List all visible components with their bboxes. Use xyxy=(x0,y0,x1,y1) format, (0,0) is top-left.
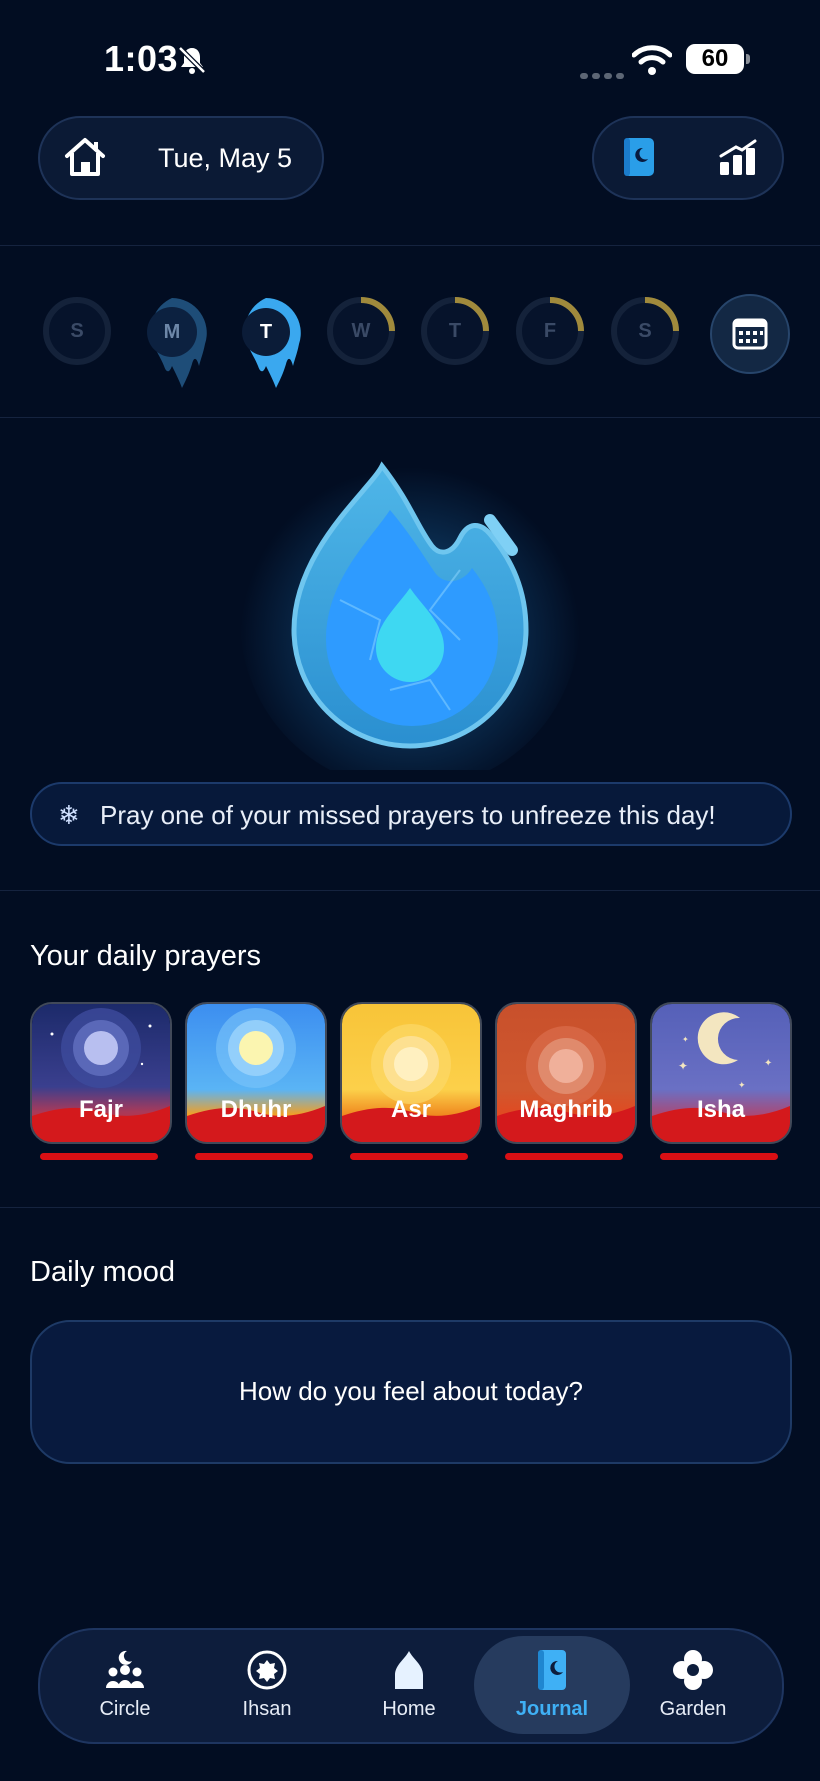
divider xyxy=(0,417,820,418)
nav-item-journal[interactable]: Journal xyxy=(492,1648,612,1721)
stats-icon[interactable] xyxy=(718,138,758,176)
day-label: F xyxy=(543,320,557,342)
day-label: M xyxy=(163,321,181,343)
status-time: 1:03 xyxy=(104,38,179,79)
prayer-card-fajr[interactable]: Fajr xyxy=(30,1002,172,1144)
nav-label: Circle xyxy=(99,1698,151,1720)
daily-mood-title: Daily mood xyxy=(30,1256,176,1288)
day-label: S xyxy=(638,320,652,342)
day-friday[interactable]: F xyxy=(515,296,585,366)
ihsan-icon xyxy=(247,1650,287,1690)
day-label: T xyxy=(259,321,273,343)
wifi-icon xyxy=(632,45,672,75)
day-thursday[interactable]: T xyxy=(420,296,490,366)
prayer-card-asr[interactable]: Asr xyxy=(340,1002,482,1144)
prayer-status-bar xyxy=(505,1153,623,1160)
nav-label: Home xyxy=(382,1698,436,1720)
prayer-name: Isha xyxy=(696,1096,746,1123)
flower-icon xyxy=(673,1650,713,1690)
day-label: T xyxy=(448,320,462,342)
prayer-card-isha[interactable]: ✦ ✦ ✦ ✦ Isha xyxy=(650,1002,792,1144)
day-sunday[interactable]: S xyxy=(42,296,112,366)
prayer-name: Dhuhr xyxy=(220,1096,292,1123)
nav-item-circle[interactable]: Circle xyxy=(65,1648,185,1721)
nav-item-ihsan[interactable]: Ihsan xyxy=(207,1648,327,1721)
day-label: S xyxy=(70,320,84,342)
day-monday[interactable]: M xyxy=(134,296,207,396)
divider xyxy=(0,245,820,246)
current-date[interactable]: Tue, May 5 xyxy=(158,143,292,174)
prayer-status-bar xyxy=(350,1153,468,1160)
unfreeze-message: Pray one of your missed prayers to unfre… xyxy=(100,800,716,830)
signal-icon xyxy=(580,66,628,84)
snowflake-icon: ❄ xyxy=(58,800,80,830)
bell-muted-icon xyxy=(178,46,206,74)
prayer-status-bar xyxy=(40,1153,158,1160)
svg-text:✦: ✦ xyxy=(678,1059,688,1073)
calendar-icon xyxy=(732,318,768,350)
home-icon[interactable] xyxy=(62,134,108,180)
nav-label: Garden xyxy=(659,1698,727,1720)
prayer-status-bar xyxy=(195,1153,313,1160)
calendar-button[interactable] xyxy=(710,294,790,374)
nav-label: Ihsan xyxy=(242,1698,292,1720)
prayer-card-maghrib[interactable]: Maghrib xyxy=(495,1002,637,1144)
circle-group-icon xyxy=(106,1650,144,1688)
svg-text:✦: ✦ xyxy=(682,1035,689,1044)
nav-item-home[interactable]: Home xyxy=(349,1648,469,1721)
prayer-name: Fajr xyxy=(78,1096,123,1123)
battery-indicator: 60 xyxy=(686,44,750,74)
svg-text:✦: ✦ xyxy=(738,1081,746,1091)
nav-label: Journal xyxy=(515,1698,589,1720)
day-wednesday[interactable]: W xyxy=(326,296,396,366)
frozen-flame-icon xyxy=(240,450,580,770)
svg-text:✦: ✦ xyxy=(764,1058,772,1069)
divider xyxy=(0,1207,820,1208)
prayer-name: Maghrib xyxy=(519,1096,613,1123)
nav-item-garden[interactable]: Garden xyxy=(633,1648,753,1721)
prayer-status-bar xyxy=(660,1153,778,1160)
daily-prayers-title: Your daily prayers xyxy=(30,940,262,972)
mood-prompt[interactable]: How do you feel about today? xyxy=(30,1376,792,1407)
prayer-card-dhuhr[interactable]: Dhuhr xyxy=(185,1002,327,1144)
day-tuesday-selected[interactable]: T xyxy=(228,296,301,396)
home-dome-icon xyxy=(395,1651,423,1689)
day-saturday[interactable]: S xyxy=(610,296,680,366)
journal-icon xyxy=(538,1650,566,1690)
prayer-name: Asr xyxy=(390,1096,432,1123)
divider xyxy=(0,890,820,891)
journal-icon[interactable] xyxy=(622,136,656,178)
day-label: W xyxy=(351,320,371,342)
